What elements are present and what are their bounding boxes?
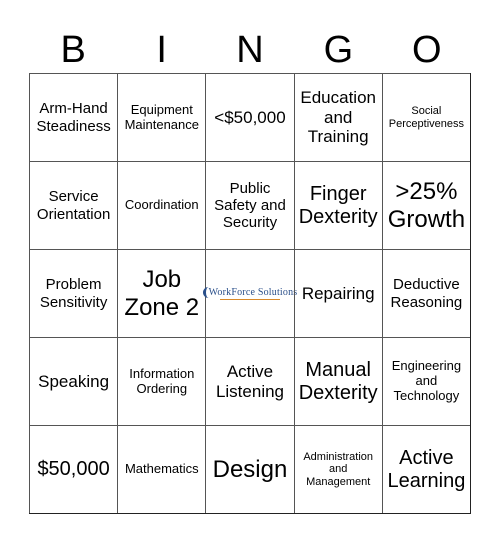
bingo-cell[interactable]: Design xyxy=(205,425,294,513)
cell-label: Mathematics xyxy=(124,461,199,477)
cell-label: Repairing xyxy=(301,283,375,303)
cell-label: Information Ordering xyxy=(129,365,195,396)
bingo-cell[interactable]: Active Learning xyxy=(381,425,470,513)
cell-label: Active Learning xyxy=(387,446,466,492)
bingo-cell[interactable]: Job Zone 2 xyxy=(117,249,206,337)
bingo-header: B I N G O xyxy=(29,28,471,73)
header-letter-g: G xyxy=(323,29,354,71)
cell-label: >25% Growth xyxy=(387,177,466,233)
bingo-cell[interactable]: Coordination xyxy=(117,161,206,249)
cell-label: Engineering and Technology xyxy=(391,358,462,403)
bingo-cell[interactable]: Equipment Maintenance xyxy=(117,73,206,161)
cell-label: Design xyxy=(212,455,288,483)
workforce-solutions-logo: WorkForce Solutions xyxy=(202,286,297,301)
logo-wordmark: WorkForce Solutions xyxy=(202,286,298,299)
bingo-cell[interactable]: <$50,000 xyxy=(205,73,294,161)
bingo-cell[interactable]: Mathematics xyxy=(117,425,206,513)
bingo-cell[interactable]: Speaking xyxy=(29,337,118,425)
cell-label: Education and Training xyxy=(300,88,376,147)
bingo-cell[interactable]: $50,000 xyxy=(29,425,118,513)
cell-label: Problem Sensitivity xyxy=(39,276,108,311)
cell-label: Deductive Reasoning xyxy=(390,276,463,311)
cell-label: Public Safety and Security xyxy=(214,179,286,232)
bingo-cell[interactable]: Manual Dexterity xyxy=(293,337,382,425)
cell-label: <$50,000 xyxy=(214,107,286,127)
free-space-cell[interactable]: WorkForce Solutions xyxy=(202,249,297,337)
bingo-cell[interactable]: Service Orientation xyxy=(29,161,118,249)
bingo-cell[interactable]: Education and Training xyxy=(293,73,382,161)
cell-label: Arm-Hand Steadiness xyxy=(36,100,111,135)
header-letter-i: I xyxy=(156,29,167,71)
bingo-grid: Arm-Hand Steadiness Equipment Maintenance… xyxy=(29,73,471,514)
cell-label: Active Listening xyxy=(215,361,285,401)
cell-label: Service Orientation xyxy=(36,188,111,223)
bingo-cell[interactable]: Engineering and Technology xyxy=(381,337,470,425)
bingo-cell[interactable]: Administration and Management xyxy=(293,425,382,513)
bingo-cell[interactable]: >25% Growth xyxy=(381,161,470,249)
bingo-cell[interactable]: Social Perceptiveness xyxy=(381,73,470,161)
bingo-cell[interactable]: Information Ordering xyxy=(117,337,206,425)
cell-label: Social Perceptiveness xyxy=(388,104,464,130)
cell-label: $50,000 xyxy=(37,458,110,480)
bingo-cell[interactable]: Active Listening xyxy=(205,337,294,425)
bingo-cell[interactable]: Deductive Reasoning xyxy=(381,249,470,337)
bingo-cell[interactable]: Repairing xyxy=(293,249,382,337)
cell-label: Administration and Management xyxy=(303,450,374,488)
bingo-cell[interactable]: Problem Sensitivity xyxy=(29,249,118,337)
cell-label: Coordination xyxy=(124,197,199,213)
bingo-cell[interactable]: Finger Dexterity xyxy=(293,161,382,249)
header-letter-n: N xyxy=(236,29,264,71)
cell-label: Equipment Maintenance xyxy=(124,101,200,132)
bingo-cell[interactable]: Arm-Hand Steadiness xyxy=(29,73,118,161)
header-letter-o: O xyxy=(412,29,442,71)
cell-label: Speaking xyxy=(38,371,110,391)
cell-label: Job Zone 2 xyxy=(124,265,200,321)
bingo-cell[interactable]: Public Safety and Security xyxy=(205,161,294,249)
logo-accent-bar xyxy=(219,299,280,301)
header-letter-b: B xyxy=(60,29,86,71)
cell-label: Finger Dexterity xyxy=(298,182,378,228)
cell-label: Manual Dexterity xyxy=(298,358,378,404)
